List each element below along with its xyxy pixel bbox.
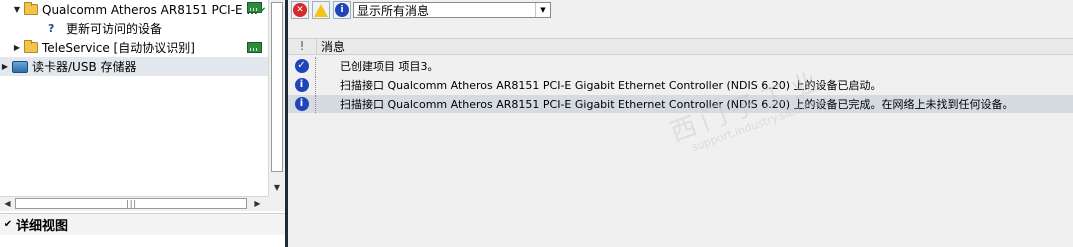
accessible-devices-icon: ? <box>48 22 55 35</box>
tree-item-update-accessible-devices[interactable]: ? 更新可访问的设备 <box>0 19 268 38</box>
scrollbar-corner <box>268 196 285 211</box>
status-ok-icon: ✔ <box>258 6 267 17</box>
tree-item-label: Qualcomm Atheros AR8151 PCI-E ... <box>42 2 258 17</box>
folder-icon <box>24 2 38 15</box>
success-check-icon: ✓ <box>294 59 309 73</box>
message-text: 已创建项目 项目3。 <box>340 60 439 73</box>
message-filter-select[interactable]: 显示所有消息 ▼ <box>353 2 551 18</box>
network-adapter-icon <box>247 42 262 53</box>
scroll-down-icon[interactable]: ▼ <box>269 179 285 196</box>
scrollbar-thumb[interactable]: ||| <box>15 198 247 209</box>
tree-item-qualcomm-adapter[interactable]: ▼ Qualcomm Atheros AR8151 PCI-E ... ✔ <box>0 0 268 19</box>
column-header-message[interactable]: 消息 <box>317 38 345 55</box>
scroll-left-icon[interactable]: ◀ <box>0 197 15 211</box>
collapse-arrow-icon[interactable]: ▶ <box>12 43 22 52</box>
detail-view-header[interactable]: ✔ 详细视图 <box>0 213 285 235</box>
tree-item-label: 更新可访问的设备 <box>66 22 163 36</box>
tree-vertical-scrollbar[interactable]: ▼ <box>268 0 285 196</box>
expand-arrow-icon[interactable]: ▼ <box>12 5 22 14</box>
tree-item-label: TeleService [自动协议识别] <box>42 41 195 55</box>
filter-warnings-button[interactable] <box>312 1 330 19</box>
chevron-down-icon[interactable]: ✔ <box>0 219 16 230</box>
message-row-selected[interactable]: i 扫描接口 Qualcomm Atheros AR8151 PCI-E Gig… <box>288 95 1073 113</box>
message-toolbar: ✕ i 显示所有消息 ▼ <box>288 0 1073 20</box>
column-header-icon[interactable]: ! <box>288 39 317 54</box>
filter-select-value: 显示所有消息 <box>357 3 430 18</box>
message-row[interactable]: ✓ 已创建项目 项目3。 <box>288 57 1073 75</box>
tree-item-teleservice[interactable]: ▶ TeleService [自动协议识别] <box>0 38 268 57</box>
error-icon: ✕ <box>293 3 307 17</box>
filter-info-button[interactable]: i <box>333 1 351 19</box>
scroll-right-icon[interactable]: ▶ <box>250 197 265 211</box>
info-icon: i <box>294 97 309 111</box>
message-icon-cell: i <box>288 76 316 94</box>
tree-item-label: 读卡器/USB 存储器 <box>32 60 137 74</box>
scrollbar-thumb[interactable] <box>271 2 283 172</box>
tree-item-card-reader-usb[interactable]: ▶ 读卡器/USB 存储器 <box>0 57 268 76</box>
usb-storage-icon <box>12 60 28 73</box>
info-icon: i <box>294 78 309 92</box>
detail-view-body <box>0 235 285 247</box>
detail-view-title: 详细视图 <box>16 219 69 234</box>
message-text: 扫描接口 Qualcomm Atheros AR8151 PCI-E Gigab… <box>340 98 1014 111</box>
message-icon-cell: i <box>288 95 316 113</box>
project-tree: ▼ Qualcomm Atheros AR8151 PCI-E ... ✔ ? … <box>0 0 268 196</box>
filter-errors-button[interactable]: ✕ <box>291 1 309 19</box>
folder-icon <box>24 40 38 53</box>
warning-icon <box>314 3 328 17</box>
chevron-down-icon[interactable]: ▼ <box>535 3 550 17</box>
message-pane: ✕ i 显示所有消息 ▼ ! 消息 ✓ 已创建项目 项目3。 i 扫描接口 Qu… <box>288 0 1073 247</box>
tree-horizontal-scrollbar[interactable]: ◀ ||| ▶ <box>0 196 268 211</box>
message-text: 扫描接口 Qualcomm Atheros AR8151 PCI-E Gigab… <box>340 79 882 92</box>
message-row[interactable]: i 扫描接口 Qualcomm Atheros AR8151 PCI-E Gig… <box>288 76 1073 94</box>
message-icon-cell: ✓ <box>288 57 316 75</box>
collapse-arrow-icon[interactable]: ▶ <box>0 62 10 71</box>
info-icon: i <box>335 3 349 17</box>
grip-icon: ||| <box>126 199 138 208</box>
message-grid-header: ! 消息 <box>288 38 1073 55</box>
